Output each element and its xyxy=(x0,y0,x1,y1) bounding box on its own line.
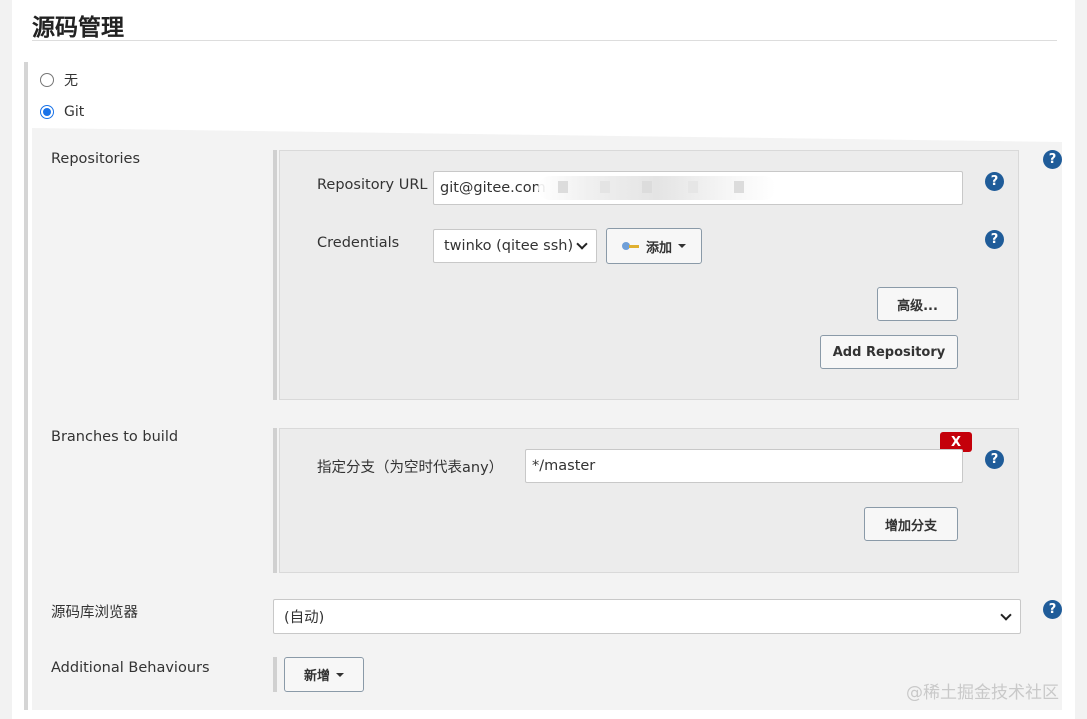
branch-specifier-input[interactable]: */master xyxy=(525,449,963,483)
add-behaviour-button[interactable]: 新增 xyxy=(284,657,364,692)
advanced-button[interactable]: 高级... xyxy=(877,287,958,321)
caret-down-icon xyxy=(678,244,686,248)
repositories-help-icon[interactable]: ? xyxy=(1043,150,1062,169)
branches-subpanel-bar xyxy=(273,428,277,573)
section-left-bar xyxy=(24,62,28,710)
add-behaviour-label: 新增 xyxy=(303,669,330,684)
repositories-subpanel-bar xyxy=(273,150,277,400)
scm-option-none[interactable]: 无 xyxy=(40,70,78,90)
repo-browser-value: (自动) xyxy=(284,610,325,626)
credentials-value: twinko (qitee ssh) xyxy=(444,238,574,254)
add-credentials-button[interactable]: 添加 xyxy=(606,228,702,264)
key-icon xyxy=(621,241,640,251)
add-credentials-label: 添加 xyxy=(645,240,672,256)
additional-subpanel-bar xyxy=(273,657,277,692)
add-branch-label: 增加分支 xyxy=(884,518,937,534)
credentials-label: Credentials xyxy=(317,235,400,251)
repo-browser-select[interactable]: (自动) xyxy=(273,599,1021,634)
branch-specifier-value: */master xyxy=(532,458,596,474)
caret-down-icon xyxy=(336,672,344,677)
branches-label: Branches to build xyxy=(51,429,179,445)
branch-help-icon[interactable]: ? xyxy=(985,450,1004,469)
additional-behaviours-label: Additional Behaviours xyxy=(51,660,210,676)
credentials-select[interactable]: twinko (qitee ssh) xyxy=(433,229,597,263)
credentials-help-icon[interactable]: ? xyxy=(985,230,1004,249)
repo-browser-help-icon[interactable]: ? xyxy=(1043,600,1062,619)
redacted-url-blur xyxy=(538,176,776,200)
add-repository-label: Add Repository xyxy=(832,344,946,360)
page-background: 源码管理 无 Git Repositories ? Repository URL… xyxy=(0,0,1087,719)
repositories-label: Repositories xyxy=(51,151,141,167)
scm-option-none-label: 无 xyxy=(64,73,78,89)
repository-url-value: git@gitee.com xyxy=(440,180,546,196)
chevron-down-icon xyxy=(576,238,588,250)
add-branch-button[interactable]: 增加分支 xyxy=(864,507,958,541)
watermark: @稀土掘金技术社区 xyxy=(906,683,1059,703)
scm-option-git[interactable]: Git xyxy=(40,104,84,120)
repo-browser-label: 源码库浏览器 xyxy=(51,605,138,621)
repository-url-help-icon[interactable]: ? xyxy=(985,172,1004,191)
title-divider xyxy=(32,40,1057,41)
add-repository-button[interactable]: Add Repository xyxy=(820,335,958,369)
radio-git[interactable] xyxy=(40,105,54,119)
advanced-button-label: 高级... xyxy=(897,298,938,314)
radio-none[interactable] xyxy=(40,73,54,87)
repository-url-label: Repository URL xyxy=(317,177,428,193)
branch-specifier-label: 指定分支（为空时代表any） xyxy=(317,460,504,476)
section-title: 源码管理 xyxy=(32,15,124,41)
scm-option-git-label: Git xyxy=(64,104,85,120)
chevron-down-icon xyxy=(1000,608,1012,621)
